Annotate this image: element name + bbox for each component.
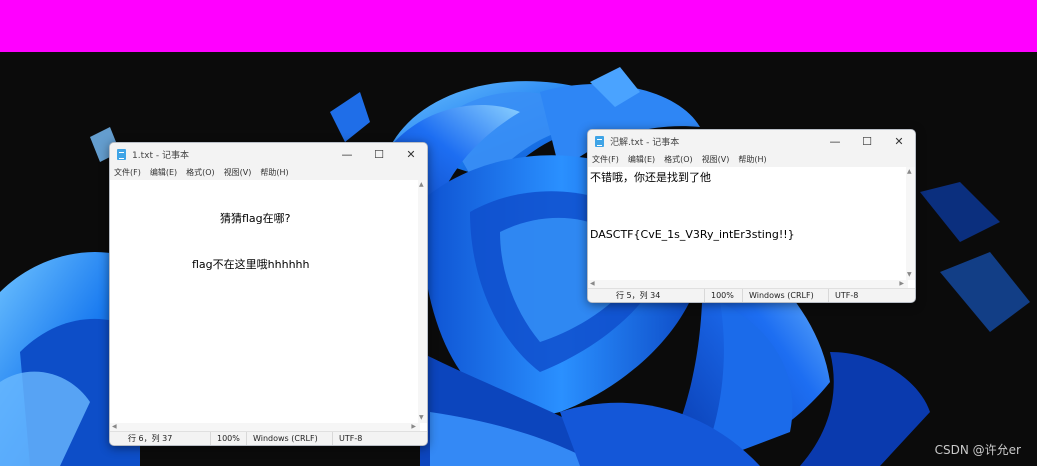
menu-edit[interactable]: 编辑(E)	[628, 154, 655, 165]
menu-edit[interactable]: 编辑(E)	[150, 167, 177, 178]
notepad-icon	[595, 135, 604, 147]
status-encoding: UTF-8	[828, 288, 915, 302]
minimize-icon[interactable]: —	[819, 130, 851, 152]
menu-format[interactable]: 格式(O)	[664, 154, 693, 165]
maximize-icon[interactable]: ☐	[363, 143, 395, 165]
vertical-scrollbar[interactable]: ▲ ▼	[906, 167, 915, 280]
status-line-ending: Windows (CRLF)	[246, 431, 332, 445]
text-editor[interactable]: 不错哦，你还是找到了他 DASCTF{CvE_1s_V3Ry_intEr3sti…	[588, 167, 915, 289]
magenta-top-bar	[0, 0, 1037, 52]
vertical-scrollbar[interactable]: ▲ ▼	[418, 180, 427, 423]
status-bar: 行 5，列 34 100% Windows (CRLF) UTF-8	[588, 288, 915, 302]
menu-help[interactable]: 帮助(H)	[260, 167, 288, 178]
status-position: 行 5，列 34	[616, 290, 661, 300]
status-zoom: 100%	[210, 431, 246, 445]
status-position: 行 6，列 37	[128, 433, 173, 443]
text-editor[interactable]: 猜猜flag在哪? flag不在这里哦hhhhhh ▲ ▼ ◀ ▶	[110, 180, 427, 432]
text-line-2: DASCTF{CvE_1s_V3Ry_intEr3sting!!}	[590, 228, 795, 241]
close-icon[interactable]: ✕	[883, 130, 915, 152]
menu-file[interactable]: 文件(F)	[114, 167, 141, 178]
status-zoom: 100%	[704, 288, 742, 302]
title-bar[interactable]: 汜解.txt - 记事本 — ☐ ✕	[588, 130, 915, 152]
menu-view[interactable]: 视图(V)	[224, 167, 252, 178]
menu-help[interactable]: 帮助(H)	[738, 154, 766, 165]
csdn-watermark: CSDN @许允er	[934, 443, 1021, 457]
notepad-window-1[interactable]: 1.txt - 记事本 — ☐ ✕ 文件(F) 编辑(E) 格式(O) 视图(V…	[109, 142, 428, 446]
menu-view[interactable]: 视图(V)	[702, 154, 730, 165]
status-encoding: UTF-8	[332, 431, 427, 445]
menu-file[interactable]: 文件(F)	[592, 154, 619, 165]
notepad-icon	[117, 148, 126, 160]
text-line-1: 不错哦，你还是找到了他	[590, 171, 711, 184]
status-bar: 行 6，列 37 100% Windows (CRLF) UTF-8	[110, 431, 427, 445]
status-line-ending: Windows (CRLF)	[742, 288, 828, 302]
text-line-1: 猜猜flag在哪?	[220, 212, 291, 225]
menu-bar: 文件(F) 编辑(E) 格式(O) 视图(V) 帮助(H)	[588, 152, 915, 167]
minimize-icon[interactable]: —	[331, 143, 363, 165]
window-title: 汜解.txt - 记事本	[610, 137, 680, 148]
menu-bar: 文件(F) 编辑(E) 格式(O) 视图(V) 帮助(H)	[110, 165, 427, 180]
title-bar[interactable]: 1.txt - 记事本 — ☐ ✕	[110, 143, 427, 165]
notepad-window-2[interactable]: 汜解.txt - 记事本 — ☐ ✕ 文件(F) 编辑(E) 格式(O) 视图(…	[587, 129, 916, 303]
text-line-2: flag不在这里哦hhhhhh	[192, 258, 310, 271]
close-icon[interactable]: ✕	[395, 143, 427, 165]
menu-format[interactable]: 格式(O)	[186, 167, 215, 178]
maximize-icon[interactable]: ☐	[851, 130, 883, 152]
window-title: 1.txt - 记事本	[132, 150, 189, 161]
